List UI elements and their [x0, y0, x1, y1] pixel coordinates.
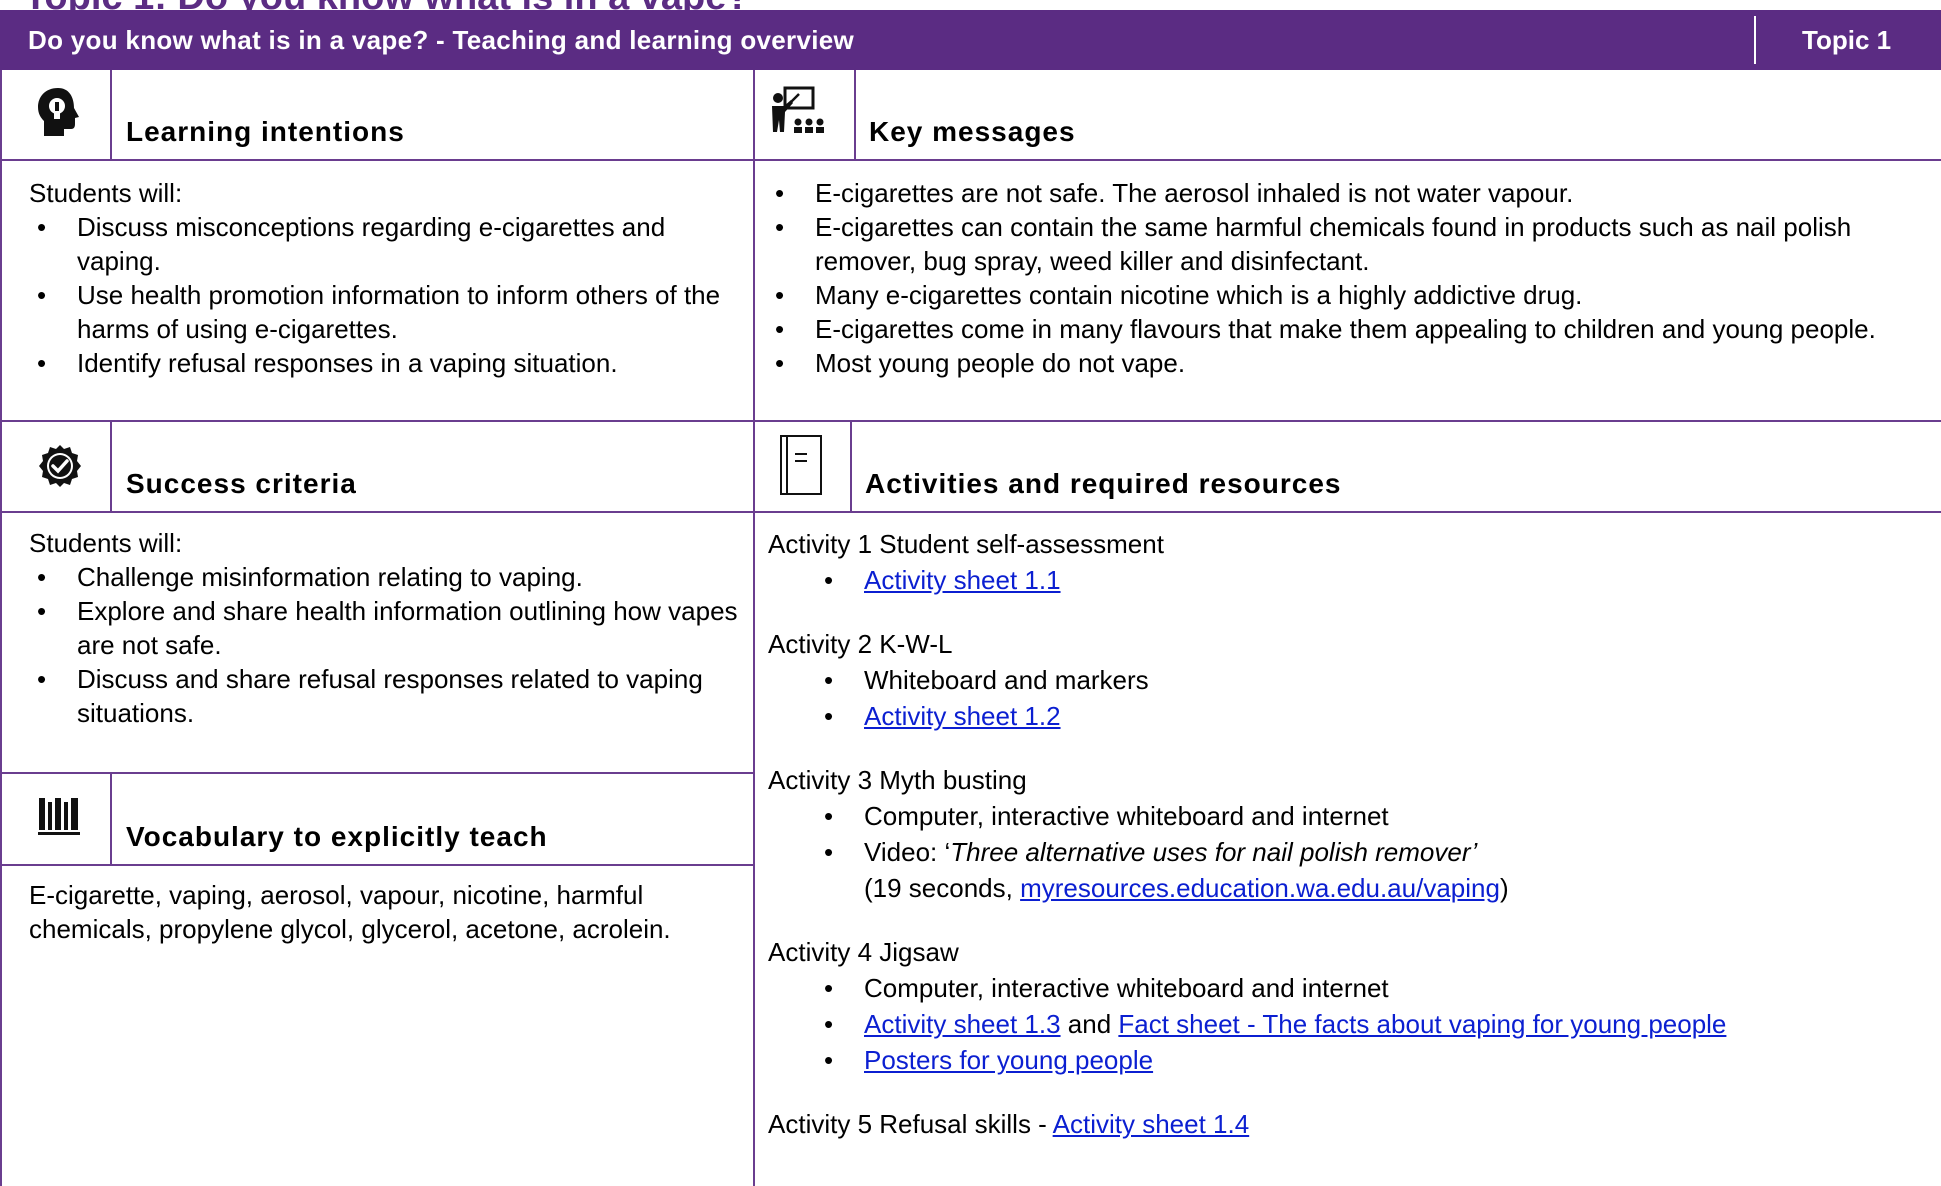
activity-sheet-1-1-link[interactable]: Activity sheet 1.1	[864, 565, 1061, 595]
head-lightbulb-icon	[36, 86, 82, 143]
and-text: and	[1060, 1009, 1119, 1039]
banner-title: Do you know what is in a vape? - Teachin…	[28, 25, 855, 55]
video-prefix: Video: ‘	[864, 837, 951, 867]
teacher-presentation-icon	[771, 86, 831, 143]
activity-title: Activity 1 Student self-assessment	[768, 529, 1164, 559]
vocabulary-heading: Vocabulary to explicitly teach	[126, 821, 548, 852]
success-criteria-intro: Students will:	[29, 528, 183, 558]
activity-title: Activity 5 Refusal skills - Activity she…	[768, 1106, 1928, 1142]
video-title: Three alternative uses for nail polish r…	[950, 837, 1478, 867]
books-icon	[38, 796, 84, 841]
badge-check-icon	[38, 444, 82, 493]
list-item: Challenge misinformation relating to vap…	[29, 560, 744, 594]
notebook-icon	[779, 434, 823, 501]
list-item: Activity sheet 1.3 and Fact sheet - The …	[768, 1006, 1928, 1042]
vocabulary-content: E-cigarette, vaping, aerosol, vapour, ni…	[29, 880, 671, 944]
activity-5: Activity 5 Refusal skills - Activity she…	[768, 1106, 1928, 1142]
activity-sheet-1-3-link[interactable]: Activity sheet 1.3	[864, 1009, 1061, 1039]
list-item: Explore and share health information out…	[29, 594, 744, 662]
list-item: Computer, interactive whiteboard and int…	[768, 970, 1928, 1006]
grid-line	[0, 511, 1941, 513]
grid-line	[110, 70, 112, 160]
grid-line	[0, 70, 2, 1186]
video-close: )	[1499, 873, 1509, 903]
list-item: Many e-cigarettes contain nicotine which…	[767, 278, 1927, 312]
topic-label: Topic 1	[1802, 25, 1892, 55]
list-item: Video: ‘Three alternative uses for nail …	[768, 834, 1928, 906]
list-item: Use health promotion information to info…	[29, 278, 739, 346]
learning-intentions-intro: Students will:	[29, 178, 183, 208]
activity-title: Activity 3 Myth busting	[768, 765, 1027, 795]
list-item: Posters for young people	[768, 1042, 1928, 1078]
list-item: Most young people do not vape.	[767, 346, 1927, 380]
grid-line	[110, 772, 112, 865]
learning-intentions-content: Students will: Discuss misconceptions re…	[29, 176, 739, 380]
fact-sheet-link[interactable]: Fact sheet - The facts about vaping for …	[1118, 1009, 1726, 1039]
list-item: Discuss and share refusal responses rela…	[29, 662, 744, 730]
success-criteria-heading: Success criteria	[126, 468, 357, 499]
success-criteria-content: Students will: Challenge misinformation …	[29, 526, 744, 730]
grid-line	[0, 772, 754, 774]
activity-3: Activity 3 Myth busting Computer, intera…	[768, 762, 1928, 906]
activity-sheet-1-2-link[interactable]: Activity sheet 1.2	[864, 701, 1061, 731]
learning-intentions-heading: Learning intentions	[126, 116, 405, 147]
list-item: Computer, interactive whiteboard and int…	[768, 798, 1928, 834]
activity-1: Activity 1 Student self-assessment Activ…	[768, 526, 1928, 598]
list-item: Activity sheet 1.2	[768, 698, 1928, 734]
grid-line	[854, 70, 856, 160]
activity-title: Activity 2 K-W-L	[768, 629, 953, 659]
grid-line	[753, 70, 755, 1186]
posters-link[interactable]: Posters for young people	[864, 1045, 1153, 1075]
activity-2: Activity 2 K-W-L Whiteboard and markers …	[768, 626, 1928, 734]
key-messages-content: E-cigarettes are not safe. The aerosol i…	[767, 176, 1927, 380]
activity-title: Activity 4 Jigsaw	[768, 937, 959, 967]
list-item: E-cigarettes come in many flavours that …	[767, 312, 1927, 346]
banner-divider	[1754, 16, 1756, 64]
activity-5-title: Activity 5 Refusal skills -	[768, 1109, 1053, 1139]
grid-line	[0, 864, 754, 866]
activities-content: Activity 1 Student self-assessment Activ…	[768, 526, 1928, 1142]
grid-line	[0, 159, 1941, 161]
grid-line	[0, 420, 1941, 422]
list-item: E-cigarettes are not safe. The aerosol i…	[767, 176, 1927, 210]
activity-4: Activity 4 Jigsaw Computer, interactive …	[768, 934, 1928, 1078]
list-item: E-cigarettes can contain the same harmfu…	[767, 210, 1927, 278]
video-duration: (19 seconds,	[864, 873, 1021, 903]
myresources-link[interactable]: myresources.education.wa.edu.au/vaping	[1020, 873, 1500, 903]
overview-banner: Do you know what is in a vape? - Teachin…	[0, 10, 1941, 70]
key-messages-heading: Key messages	[869, 116, 1076, 147]
grid-line	[110, 420, 112, 512]
list-item: Discuss misconceptions regarding e-cigar…	[29, 210, 739, 278]
grid-line	[850, 420, 852, 512]
activity-sheet-1-4-link[interactable]: Activity sheet 1.4	[1053, 1109, 1250, 1139]
list-item: Whiteboard and markers	[768, 662, 1928, 698]
list-item: Activity sheet 1.1	[768, 562, 1928, 598]
list-item: Identify refusal responses in a vaping s…	[29, 346, 739, 380]
activities-heading: Activities and required resources	[865, 468, 1342, 499]
